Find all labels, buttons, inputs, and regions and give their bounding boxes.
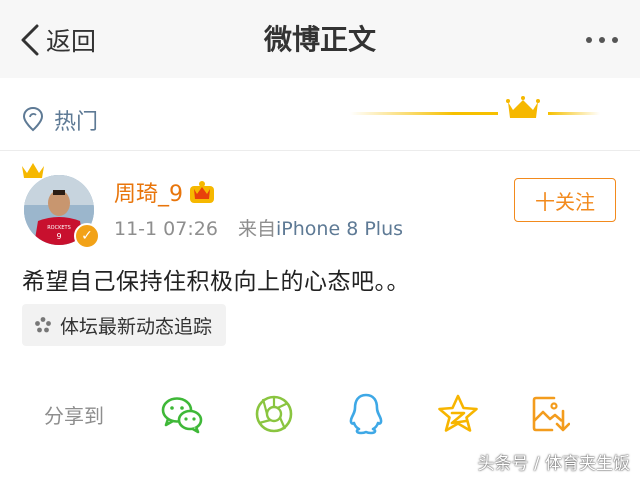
more-menu-icon[interactable] [586,26,618,54]
source-prefix: 来自 [238,218,277,240]
jersey-text: ROCKETS [47,225,71,231]
username[interactable]: 周琦_9 [114,176,183,208]
qq-icon[interactable] [342,390,390,438]
topic-label: 体坛最新动态追踪 [60,315,213,338]
qzone-icon[interactable] [434,390,482,438]
avatar-group[interactable]: ROCKETS 9 ✓ [22,160,102,250]
wechat-icon[interactable] [158,390,206,438]
hot-label: 热门 [54,110,99,135]
hot-section-header: 热门 [0,78,640,150]
post-time: 11-1 07:26 [114,218,218,240]
divider [0,150,640,151]
crown-decoration-icon [350,96,600,118]
verified-badge-icon: ✓ [74,223,100,249]
share-label: 分享到 [44,404,104,428]
jersey-number: 9 [56,232,61,241]
post-text: 希望自己保持住积极向上的心态吧。。 [22,269,410,295]
topic-tag[interactable]: 体坛最新动态追踪 [22,304,227,346]
post-source[interactable]: iPhone 8 Plus [276,218,403,240]
username-row[interactable]: 周琦_9 [114,176,215,208]
topic-pinwheel-icon [35,317,51,333]
vip-crown-badge-icon[interactable] [189,180,215,204]
crown-icon [22,163,44,178]
nav-bar: 返回 微博正文 [0,0,640,79]
location-pin-icon [22,106,44,132]
post-meta: 11-1 07:26 来自iPhone 8 Plus [114,214,403,241]
moments-icon[interactable] [250,390,298,438]
watermark: 头条号 / 体育夹生饭 [477,454,630,474]
follow-button[interactable]: 十关注 [514,178,616,222]
page-title: 微博正文 [263,23,376,56]
save-image-icon[interactable] [526,390,574,438]
